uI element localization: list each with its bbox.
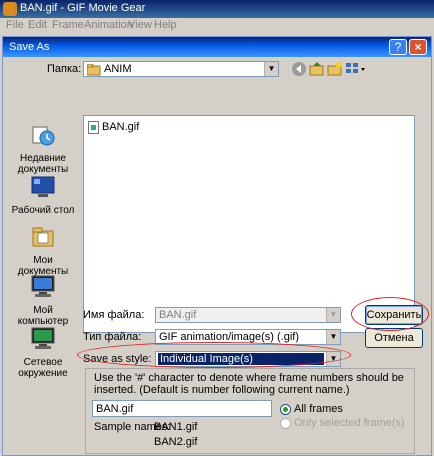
folder-label: Папка: <box>47 63 82 75</box>
options-group: Use the '#' character to denote where fr… <box>85 368 415 454</box>
filename-combo[interactable]: BAN.gif ▼ <box>155 307 341 323</box>
place-label: Мой компьютер <box>17 305 69 327</box>
save-highlight-oval <box>351 297 429 331</box>
recent-documents-icon <box>32 126 55 146</box>
only-selected-label: Only selected frame(s) <box>294 417 405 429</box>
app-title: BAN.gif - GIF Movie Gear <box>20 2 146 14</box>
close-button[interactable]: × <box>409 39 427 55</box>
gif-file-icon <box>88 121 99 134</box>
place-my-computer[interactable]: Мой компьютер <box>9 275 77 327</box>
place-network[interactable]: Сетевое окружение <box>9 327 77 379</box>
up-folder-icon[interactable] <box>309 61 325 77</box>
pattern-input[interactable]: BAN.gif <box>92 400 272 417</box>
new-folder-icon[interactable] <box>327 61 343 77</box>
place-label: Рабочий стол <box>11 205 75 216</box>
filename-value: BAN.gif <box>159 309 197 321</box>
my-documents-icon <box>32 227 54 247</box>
gif-movie-gear-logo-icon <box>3 2 17 16</box>
place-desktop[interactable]: Рабочий стол <box>9 175 77 216</box>
naming-note: Use the '#' character to denote where fr… <box>94 372 404 396</box>
menu-view[interactable]: View <box>128 19 152 31</box>
place-label: Недавние документы <box>17 153 69 175</box>
cancel-button[interactable]: Отмена <box>365 328 423 348</box>
network-icon <box>31 327 55 349</box>
dialog-title: Save As <box>9 41 50 53</box>
folder-icon <box>87 64 101 76</box>
filename-dropdown-arrow-icon[interactable]: ▼ <box>326 308 340 322</box>
app-title-bar: BAN.gif - GIF Movie Gear <box>0 0 434 18</box>
my-computer-icon <box>31 275 55 297</box>
filetype-label: Тип файла: <box>83 331 142 343</box>
place-recent-documents[interactable]: Недавние документы <box>9 123 77 175</box>
sample-name-2: BAN2.gif <box>154 436 198 448</box>
sample-name-1: BAN1.gif <box>154 421 198 433</box>
all-frames-radio[interactable] <box>280 404 291 415</box>
style-highlight-oval <box>77 342 351 368</box>
place-label: Мои документы <box>17 255 69 277</box>
pattern-value: BAN.gif <box>96 403 134 415</box>
dialog-title-bar: Save As ? × <box>3 37 431 57</box>
folder-combo[interactable]: ANIM ▼ <box>83 61 279 77</box>
menu-animation[interactable]: Animation <box>84 19 133 31</box>
file-name: BAN.gif <box>102 121 140 133</box>
filetype-dropdown-arrow-icon[interactable]: ▼ <box>326 330 340 344</box>
places-bar: Недавние документы Рабочий стол Мои доку… <box>9 115 77 379</box>
desktop-icon <box>31 176 55 197</box>
folder-dropdown-arrow-icon[interactable]: ▼ <box>264 62 278 76</box>
view-menu-icon[interactable] <box>345 61 367 77</box>
back-icon[interactable] <box>291 61 307 77</box>
place-my-documents[interactable]: Мои документы <box>9 225 77 277</box>
menu-file[interactable]: File <box>6 19 24 31</box>
menu-edit[interactable]: Edit <box>28 19 47 31</box>
all-frames-label: All frames <box>294 403 343 415</box>
menu-frame[interactable]: Frame <box>52 19 84 31</box>
help-button[interactable]: ? <box>389 39 407 55</box>
folder-value: ANIM <box>104 63 132 75</box>
menu-help[interactable]: Help <box>154 19 177 31</box>
only-selected-radio[interactable] <box>280 418 291 429</box>
app-menubar: File Edit Frame Animation View Help <box>0 18 434 34</box>
place-label: Сетевое окружение <box>18 357 68 379</box>
filename-label: Имя файла: <box>83 309 145 321</box>
save-as-dialog: Save As ? × Папка: ANIM ▼ Недавние докум… <box>2 36 432 456</box>
